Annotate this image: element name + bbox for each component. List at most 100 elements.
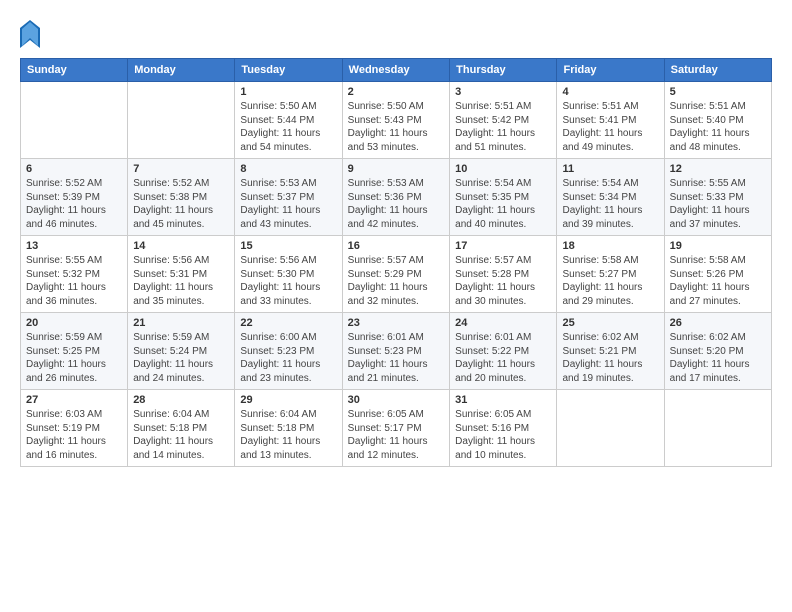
logo — [20, 20, 44, 48]
calendar-cell: 28 Sunrise: 6:04 AM Sunset: 5:18 PM Dayli… — [128, 390, 235, 467]
page-header — [20, 20, 772, 48]
day-number: 2 — [348, 86, 445, 98]
day-info: Sunrise: 5:56 AM Sunset: 5:31 PM Dayligh… — [133, 254, 229, 308]
day-info: Sunrise: 6:03 AM Sunset: 5:19 PM Dayligh… — [26, 408, 122, 462]
header-day: Wednesday — [342, 59, 450, 82]
calendar-cell: 14 Sunrise: 5:56 AM Sunset: 5:31 PM Dayli… — [128, 236, 235, 313]
calendar-cell: 20 Sunrise: 5:59 AM Sunset: 5:25 PM Dayli… — [21, 313, 128, 390]
day-number: 20 — [26, 317, 122, 329]
calendar-body: 1Sunrise: 5:50 AM Sunset: 5:44 PM Daylig… — [21, 82, 772, 467]
day-info: Sunrise: 6:00 AM Sunset: 5:23 PM Dayligh… — [240, 331, 336, 385]
day-info: Sunrise: 6:04 AM Sunset: 5:18 PM Dayligh… — [240, 408, 336, 462]
day-number: 15 — [240, 240, 336, 252]
day-number: 25 — [562, 317, 658, 329]
day-info: Sunrise: 5:59 AM Sunset: 5:24 PM Dayligh… — [133, 331, 229, 385]
calendar-cell: 30Sunrise: 6:05 AM Sunset: 5:17 PM Dayli… — [342, 390, 450, 467]
calendar-cell: 19 Sunrise: 5:58 AM Sunset: 5:26 PM Dayli… — [664, 236, 771, 313]
calendar-cell: 29 Sunrise: 6:04 AM Sunset: 5:18 PM Dayli… — [235, 390, 342, 467]
header-day: Tuesday — [235, 59, 342, 82]
day-number: 31 — [455, 394, 551, 406]
header-day: Saturday — [664, 59, 771, 82]
calendar-cell: 13Sunrise: 5:55 AM Sunset: 5:32 PM Dayli… — [21, 236, 128, 313]
day-number: 29 — [240, 394, 336, 406]
calendar-cell: 24 Sunrise: 6:01 AM Sunset: 5:22 PM Dayli… — [450, 313, 557, 390]
day-info: Sunrise: 5:59 AM Sunset: 5:25 PM Dayligh… — [26, 331, 122, 385]
day-number: 22 — [240, 317, 336, 329]
day-number: 4 — [562, 86, 658, 98]
day-info: Sunrise: 5:54 AM Sunset: 5:35 PM Dayligh… — [455, 177, 551, 231]
calendar-cell: 27 Sunrise: 6:03 AM Sunset: 5:19 PM Dayli… — [21, 390, 128, 467]
day-number: 14 — [133, 240, 229, 252]
day-info: Sunrise: 6:02 AM Sunset: 5:21 PM Dayligh… — [562, 331, 658, 385]
day-number: 27 — [26, 394, 122, 406]
calendar-cell: 16 Sunrise: 5:57 AM Sunset: 5:29 PM Dayli… — [342, 236, 450, 313]
day-info: Sunrise: 5:56 AM Sunset: 5:30 PM Dayligh… — [240, 254, 336, 308]
calendar-cell: 9 Sunrise: 5:53 AM Sunset: 5:36 PM Daylig… — [342, 159, 450, 236]
day-info: Sunrise: 5:58 AM Sunset: 5:27 PM Dayligh… — [562, 254, 658, 308]
day-info: Sunrise: 5:57 AM Sunset: 5:29 PM Dayligh… — [348, 254, 445, 308]
header-day: Monday — [128, 59, 235, 82]
day-number: 30 — [348, 394, 445, 406]
day-number: 23 — [348, 317, 445, 329]
day-info: Sunrise: 6:05 AM Sunset: 5:16 PM Dayligh… — [455, 408, 551, 462]
calendar-cell: 17Sunrise: 5:57 AM Sunset: 5:28 PM Dayli… — [450, 236, 557, 313]
calendar-cell — [128, 82, 235, 159]
calendar-cell: 10 Sunrise: 5:54 AM Sunset: 5:35 PM Dayli… — [450, 159, 557, 236]
day-number: 6 — [26, 163, 122, 175]
calendar-cell: 7 Sunrise: 5:52 AM Sunset: 5:38 PM Daylig… — [128, 159, 235, 236]
day-number: 5 — [670, 86, 766, 98]
day-number: 16 — [348, 240, 445, 252]
day-info: Sunrise: 5:50 AM Sunset: 5:43 PM Dayligh… — [348, 100, 445, 154]
calendar-week: 1Sunrise: 5:50 AM Sunset: 5:44 PM Daylig… — [21, 82, 772, 159]
calendar-cell: 23 Sunrise: 6:01 AM Sunset: 5:23 PM Dayli… — [342, 313, 450, 390]
day-info: Sunrise: 6:04 AM Sunset: 5:18 PM Dayligh… — [133, 408, 229, 462]
day-info: Sunrise: 5:54 AM Sunset: 5:34 PM Dayligh… — [562, 177, 658, 231]
calendar-cell: 5 Sunrise: 5:51 AM Sunset: 5:40 PM Daylig… — [664, 82, 771, 159]
day-number: 26 — [670, 317, 766, 329]
calendar-cell: 22 Sunrise: 6:00 AM Sunset: 5:23 PM Dayli… — [235, 313, 342, 390]
day-info: Sunrise: 5:50 AM Sunset: 5:44 PM Dayligh… — [240, 100, 336, 154]
day-number: 21 — [133, 317, 229, 329]
day-number: 24 — [455, 317, 551, 329]
day-number: 9 — [348, 163, 445, 175]
day-info: Sunrise: 5:58 AM Sunset: 5:26 PM Dayligh… — [670, 254, 766, 308]
calendar-cell: 1Sunrise: 5:50 AM Sunset: 5:44 PM Daylig… — [235, 82, 342, 159]
day-info: Sunrise: 5:55 AM Sunset: 5:33 PM Dayligh… — [670, 177, 766, 231]
calendar-cell: 6Sunrise: 5:52 AM Sunset: 5:39 PM Daylig… — [21, 159, 128, 236]
day-info: Sunrise: 5:51 AM Sunset: 5:40 PM Dayligh… — [670, 100, 766, 154]
calendar-cell — [21, 82, 128, 159]
day-info: Sunrise: 6:01 AM Sunset: 5:23 PM Dayligh… — [348, 331, 445, 385]
day-info: Sunrise: 6:02 AM Sunset: 5:20 PM Dayligh… — [670, 331, 766, 385]
day-number: 28 — [133, 394, 229, 406]
calendar-header: SundayMondayTuesdayWednesdayThursdayFrid… — [21, 59, 772, 82]
calendar-table: SundayMondayTuesdayWednesdayThursdayFrid… — [20, 58, 772, 467]
calendar-week: 13Sunrise: 5:55 AM Sunset: 5:32 PM Dayli… — [21, 236, 772, 313]
day-number: 3 — [455, 86, 551, 98]
calendar-cell: 21 Sunrise: 5:59 AM Sunset: 5:24 PM Dayli… — [128, 313, 235, 390]
day-info: Sunrise: 5:52 AM Sunset: 5:38 PM Dayligh… — [133, 177, 229, 231]
day-number: 11 — [562, 163, 658, 175]
day-info: Sunrise: 6:01 AM Sunset: 5:22 PM Dayligh… — [455, 331, 551, 385]
calendar-cell: 4 Sunrise: 5:51 AM Sunset: 5:41 PM Daylig… — [557, 82, 664, 159]
header-day: Friday — [557, 59, 664, 82]
calendar-cell: 8 Sunrise: 5:53 AM Sunset: 5:37 PM Daylig… — [235, 159, 342, 236]
calendar-cell: 25 Sunrise: 6:02 AM Sunset: 5:21 PM Dayli… — [557, 313, 664, 390]
day-info: Sunrise: 5:51 AM Sunset: 5:41 PM Dayligh… — [562, 100, 658, 154]
day-number: 8 — [240, 163, 336, 175]
day-number: 12 — [670, 163, 766, 175]
day-number: 19 — [670, 240, 766, 252]
day-info: Sunrise: 5:53 AM Sunset: 5:37 PM Dayligh… — [240, 177, 336, 231]
day-number: 13 — [26, 240, 122, 252]
header-day: Sunday — [21, 59, 128, 82]
day-number: 18 — [562, 240, 658, 252]
day-info: Sunrise: 5:51 AM Sunset: 5:42 PM Dayligh… — [455, 100, 551, 154]
calendar-week: 27 Sunrise: 6:03 AM Sunset: 5:19 PM Dayli… — [21, 390, 772, 467]
day-info: Sunrise: 5:53 AM Sunset: 5:36 PM Dayligh… — [348, 177, 445, 231]
calendar-cell: 12 Sunrise: 5:55 AM Sunset: 5:33 PM Dayli… — [664, 159, 771, 236]
day-number: 10 — [455, 163, 551, 175]
calendar-cell: 26 Sunrise: 6:02 AM Sunset: 5:20 PM Dayli… — [664, 313, 771, 390]
calendar-cell: 15 Sunrise: 5:56 AM Sunset: 5:30 PM Dayli… — [235, 236, 342, 313]
day-number: 7 — [133, 163, 229, 175]
header-row: SundayMondayTuesdayWednesdayThursdayFrid… — [21, 59, 772, 82]
logo-icon — [20, 20, 40, 48]
